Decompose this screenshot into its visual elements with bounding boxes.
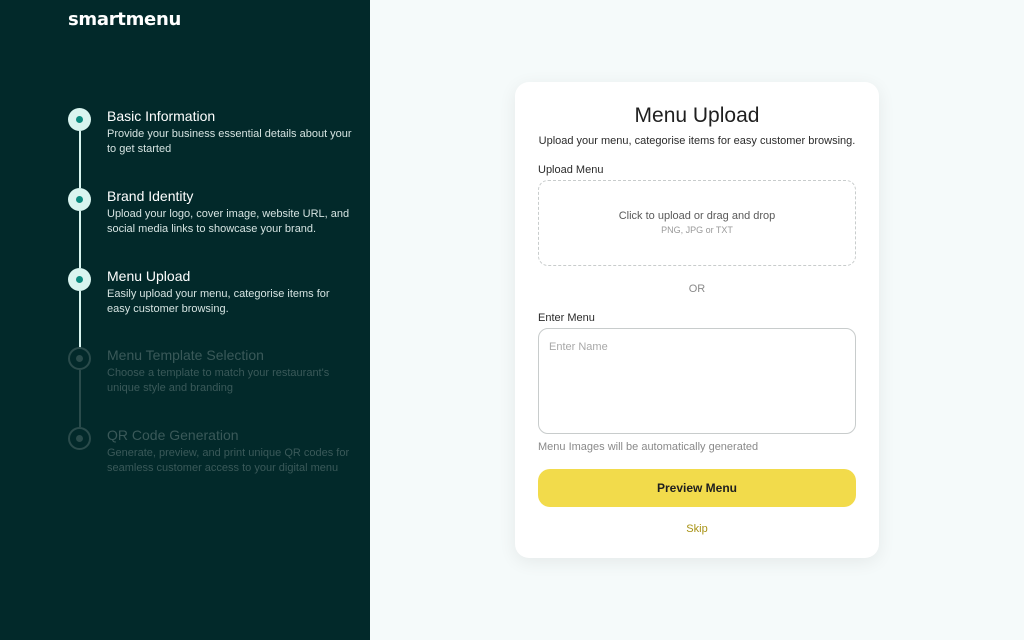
skip-link[interactable]: Skip [515, 523, 879, 535]
menu-upload-card: Menu Upload Upload your menu, categorise… [515, 82, 879, 558]
step-connector [79, 370, 81, 427]
step-title: Menu Upload [107, 268, 191, 284]
step-complete-icon [68, 108, 91, 131]
step-pending-icon [68, 427, 91, 450]
upload-menu-label: Upload Menu [538, 164, 604, 176]
enter-menu-input[interactable] [538, 328, 856, 434]
upload-dropzone[interactable]: Click to upload or drag and drop PNG, JP… [538, 180, 856, 266]
card-title: Menu Upload [634, 104, 760, 127]
step-title: QR Code Generation [107, 427, 239, 443]
preview-menu-button[interactable]: Preview Menu [538, 469, 856, 507]
dropzone-text: Click to upload or drag and drop [618, 210, 776, 222]
card-subtitle: Upload your menu, categorise items for e… [538, 135, 856, 147]
step-complete-icon [68, 188, 91, 211]
step-description: Generate, preview, and print unique QR c… [107, 447, 350, 474]
step-connector [79, 211, 81, 268]
step-title: Menu Template Selection [107, 347, 264, 363]
step-description: Easily upload your menu, categorise item… [107, 288, 330, 315]
sidebar: smartmenu Basic Information Provide your… [0, 0, 370, 640]
enter-menu-label: Enter Menu [538, 312, 595, 324]
dropzone-formats: PNG, JPG or TXT [661, 225, 733, 235]
step-current-icon [68, 268, 91, 291]
step-pending-icon [68, 347, 91, 370]
step-description: Choose a template to match your restaura… [107, 367, 330, 394]
step-description: Provide your business essential details … [107, 128, 352, 155]
brand-logo: smartmenu [68, 9, 181, 30]
step-description: Upload your logo, cover image, website U… [107, 208, 350, 235]
step-connector [79, 131, 81, 188]
step-title: Basic Information [107, 108, 216, 124]
step-connector [79, 291, 81, 348]
auto-images-hint: Menu Images will be automatically genera… [538, 441, 759, 453]
step-title: Brand Identity [107, 188, 194, 204]
or-divider: OR [688, 283, 706, 295]
